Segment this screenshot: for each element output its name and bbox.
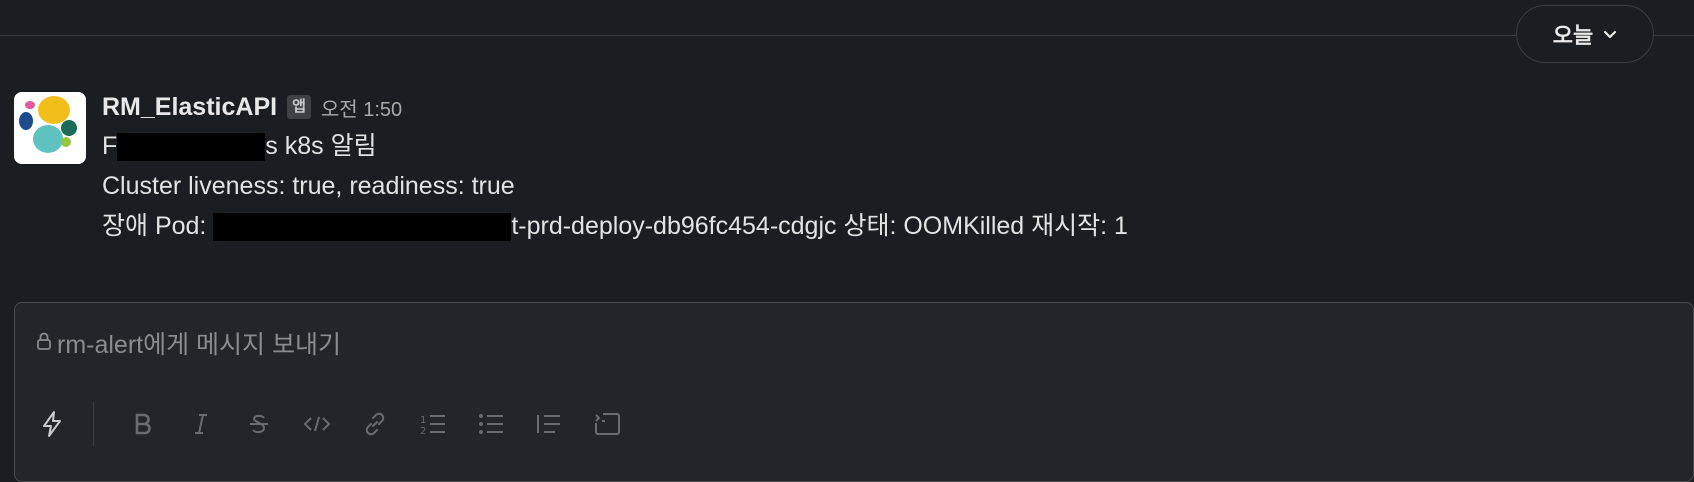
message-input-placeholder: rm-alert에게 메시지 보내기 [57, 331, 342, 359]
formatting-toolbar: 12 [15, 399, 636, 449]
message-line-3: 장애 Pod: t-prd-deploy-db96fc454-cdgjc 상태:… [102, 206, 1128, 246]
code-icon[interactable] [288, 404, 346, 444]
line1-prefix: F [102, 132, 118, 160]
message-content: RM_ElasticAPI 앱 오전 1:50 Fs k8s 알림 Cluste… [102, 92, 1128, 246]
code-block-icon[interactable] [578, 404, 636, 444]
svg-text:2: 2 [420, 426, 426, 436]
lock-icon [35, 329, 53, 358]
line3-prefix: 장애 Pod: [102, 212, 214, 240]
date-jump-button[interactable]: 오늘 [1516, 5, 1654, 63]
message-line-1: Fs k8s 알림 [102, 126, 1128, 166]
chevron-down-icon [1603, 28, 1617, 42]
ordered-list-icon[interactable]: 12 [404, 404, 462, 444]
italic-icon[interactable] [172, 404, 230, 444]
redaction-box [213, 213, 512, 242]
link-icon[interactable] [346, 404, 404, 444]
message-input[interactable]: rm-alert에게 메시지 보내기 [35, 325, 341, 361]
date-label: 오늘 [1552, 23, 1594, 48]
message-composer[interactable]: rm-alert에게 메시지 보내기 12 [14, 302, 1694, 482]
message-line-2: Cluster liveness: true, readiness: true [102, 172, 515, 200]
bulleted-list-icon[interactable] [462, 404, 520, 444]
line3-suffix: t-prd-deploy-db96fc454-cdgjc 상태: OOMKill… [511, 212, 1128, 240]
message-header: RM_ElasticAPI 앱 오전 1:50 [102, 92, 1128, 122]
line1-suffix: s k8s 알림 [265, 132, 377, 160]
bold-icon[interactable] [114, 404, 172, 444]
elastic-logo-avatar[interactable] [14, 92, 86, 164]
strikethrough-icon[interactable] [230, 404, 288, 444]
redaction-box [117, 133, 266, 162]
sender-name[interactable]: RM_ElasticAPI [102, 93, 277, 122]
svg-text:1: 1 [420, 415, 426, 426]
app-badge: 앱 [287, 95, 311, 119]
toolbar-divider [93, 402, 94, 446]
date-divider-line [0, 35, 1694, 36]
shortcuts-bolt-icon[interactable] [15, 404, 89, 444]
blockquote-icon[interactable] [520, 404, 578, 444]
message-timestamp[interactable]: 오전 1:50 [321, 93, 402, 122]
